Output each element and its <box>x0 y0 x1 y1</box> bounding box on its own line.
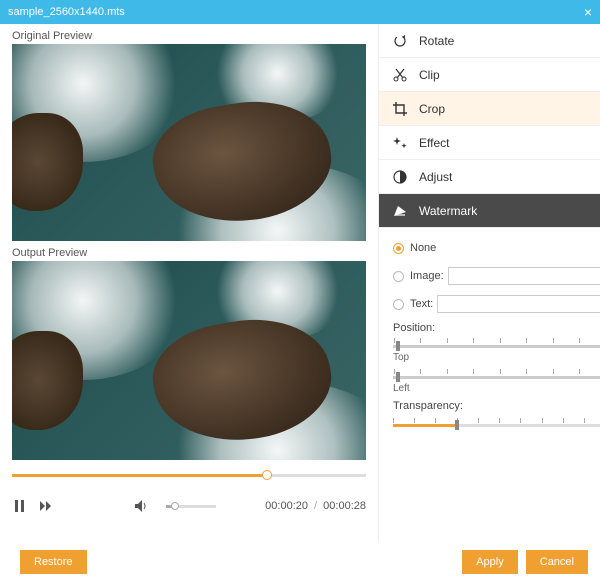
volume-icon[interactable] <box>134 498 150 514</box>
close-icon[interactable]: × <box>584 4 592 20</box>
output-preview-label: Output Preview <box>12 247 366 259</box>
tab-label: Watermark <box>419 204 477 218</box>
position-horizontal-handle[interactable] <box>396 372 400 382</box>
volume-slider[interactable] <box>166 505 216 508</box>
transparency-slider[interactable] <box>393 424 600 427</box>
position-label: Position: <box>393 322 600 334</box>
crop-icon <box>391 100 409 118</box>
radio-none[interactable] <box>393 243 404 254</box>
time-display: 00:00:20 / 00:00:28 <box>265 500 366 512</box>
time-total: 00:00:28 <box>323 500 366 512</box>
image-path-input[interactable] <box>448 267 600 285</box>
position-vertical-slider[interactable] <box>393 345 600 348</box>
position-vertical-handle[interactable] <box>396 341 400 351</box>
effect-icon <box>391 134 409 152</box>
tab-label: Crop <box>419 102 445 116</box>
tab-adjust[interactable]: Adjust <box>379 160 600 194</box>
tab-clip[interactable]: Clip <box>379 58 600 92</box>
cancel-button[interactable]: Cancel <box>526 550 588 574</box>
file-name: sample_2560x1440.mts <box>8 6 125 18</box>
scrub-handle[interactable] <box>262 470 272 480</box>
tab-watermark[interactable]: Watermark <box>379 194 600 228</box>
radio-image-label: Image: <box>410 270 444 282</box>
watermark-icon <box>391 202 409 220</box>
scissors-icon <box>391 66 409 84</box>
tab-label: Adjust <box>419 170 452 184</box>
tab-label: Effect <box>419 136 449 150</box>
tab-effect[interactable]: Effect <box>379 126 600 160</box>
time-current: 00:00:20 <box>265 500 308 512</box>
forward-button[interactable] <box>38 498 54 514</box>
radio-text-label: Text: <box>410 298 433 310</box>
rotate-icon <box>391 32 409 50</box>
tab-crop[interactable]: Crop <box>379 92 600 126</box>
adjust-icon <box>391 168 409 186</box>
titlebar: sample_2560x1440.mts × <box>0 0 600 24</box>
restore-button[interactable]: Restore <box>20 550 87 574</box>
transparency-label: Transparency: <box>393 400 600 412</box>
volume-handle[interactable] <box>171 502 179 510</box>
original-preview <box>12 44 366 241</box>
apply-button[interactable]: Apply <box>462 550 518 574</box>
scrub-bar[interactable] <box>12 466 366 484</box>
radio-image[interactable] <box>393 271 404 282</box>
radio-none-label: None <box>410 242 436 254</box>
tab-label: Clip <box>419 68 440 82</box>
original-preview-label: Original Preview <box>12 30 366 42</box>
tab-rotate[interactable]: Rotate <box>379 24 600 58</box>
transparency-handle[interactable] <box>455 420 459 430</box>
watermark-panel: None Image: Text: T Position: <box>379 228 600 444</box>
pause-button[interactable] <box>12 498 28 514</box>
pos-top-label: Top <box>393 352 409 363</box>
position-horizontal-slider[interactable] <box>393 376 600 379</box>
radio-text[interactable] <box>393 299 404 310</box>
pos-left-label: Left <box>393 383 410 394</box>
output-preview <box>12 261 366 460</box>
tab-label: Rotate <box>419 34 454 48</box>
text-input[interactable] <box>437 295 600 313</box>
